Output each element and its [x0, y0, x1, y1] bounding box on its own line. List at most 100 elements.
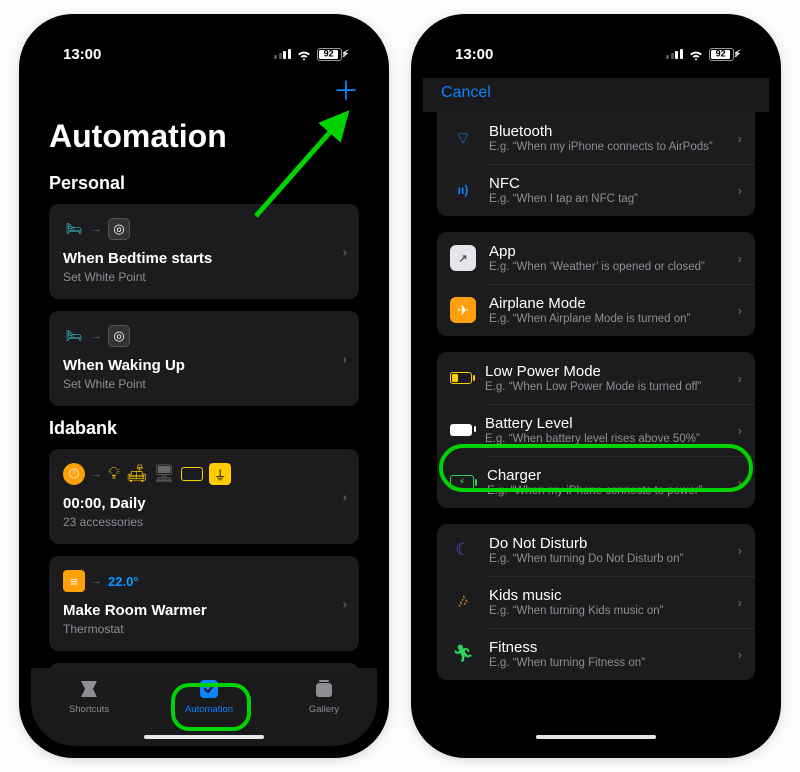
- kids-music-icon: 🎶︎: [450, 589, 476, 615]
- settings-icon: ◎: [108, 218, 130, 240]
- card-icons: 🛏︎ → ◎: [63, 218, 345, 240]
- card-subtitle: Set White Point: [63, 377, 345, 391]
- settings-icon: ◎: [108, 325, 130, 347]
- card-icons: ≡ → 22.0°: [63, 570, 345, 592]
- cellular-icon: [666, 49, 683, 59]
- charger-icon: ⚡︎: [450, 475, 474, 490]
- row-title: NFC: [489, 175, 725, 192]
- row-title: App: [489, 243, 725, 260]
- chevron-right-icon: ›: [738, 423, 742, 438]
- row-subtitle: E.g. “When ‘Weather’ is opened or closed…: [489, 261, 725, 273]
- gallery-icon: [311, 676, 336, 701]
- dnd-icon: ☾: [450, 537, 476, 563]
- arrow-icon: →: [91, 223, 102, 235]
- add-automation-button[interactable]: ＋: [333, 78, 359, 100]
- card-subtitle: Thermostat: [63, 622, 345, 636]
- tab-bar: Shortcuts Automation Gallery: [31, 668, 377, 746]
- row-subtitle: E.g. “When Airplane Mode is turned on”: [489, 313, 725, 325]
- card-title: Make Room Warmer: [63, 602, 345, 619]
- automation-card-warmer[interactable]: ≡ → 22.0° Make Room Warmer Thermostat ›: [49, 556, 359, 651]
- charging-icon: ⚡︎: [342, 49, 349, 60]
- cellular-icon: [274, 49, 291, 59]
- outlet-icon: ⏚: [209, 463, 231, 485]
- row-subtitle: E.g. “When I tap an NFC tag”: [489, 193, 725, 205]
- chevron-right-icon: ›: [343, 596, 347, 611]
- app-icon: ↗: [450, 245, 476, 271]
- chevron-right-icon: ›: [343, 489, 347, 504]
- trigger-row-battery[interactable]: Battery Level E.g. “When battery level r…: [437, 404, 755, 456]
- chevron-right-icon: ›: [738, 647, 742, 662]
- wifi-icon: [296, 46, 312, 62]
- row-subtitle: E.g. “When Low Power Mode is turned off”: [485, 381, 725, 393]
- bed-icon: 🛏︎: [63, 325, 85, 347]
- trigger-row-app[interactable]: ↗ App E.g. “When ‘Weather’ is opened or …: [437, 232, 755, 284]
- tab-automation[interactable]: Automation: [185, 676, 233, 715]
- screen-automation: 13:00 92 ⚡︎ ＋ Automation Personal 🛏︎ → ◎: [31, 26, 377, 746]
- chevron-right-icon: ›: [738, 131, 742, 146]
- dynamic-island: [149, 36, 259, 66]
- home-indicator[interactable]: [536, 735, 656, 740]
- chevron-right-icon: ›: [738, 251, 742, 266]
- section-personal-header: Personal: [49, 173, 359, 194]
- row-title: Battery Level: [485, 415, 725, 432]
- row-title: Low Power Mode: [485, 363, 725, 380]
- chevron-right-icon: ›: [738, 543, 742, 558]
- bed-icon: 🛏︎: [63, 218, 85, 240]
- trigger-row-fitness[interactable]: 🏃︎ Fitness E.g. “When turning Fitness on…: [437, 628, 755, 680]
- chevron-right-icon: ›: [343, 351, 347, 366]
- arrow-icon: →: [91, 468, 102, 480]
- card-title: When Waking Up: [63, 357, 345, 374]
- display-icon: [181, 467, 203, 481]
- automation-card-waking[interactable]: 🛏︎ → ◎ When Waking Up Set White Point ›: [49, 311, 359, 406]
- trigger-group-connectivity: ⌔ Bluetooth E.g. “When my iPhone connect…: [437, 112, 755, 216]
- trigger-list[interactable]: ⌔ Bluetooth E.g. “When my iPhone connect…: [423, 112, 769, 746]
- row-title: Do Not Disturb: [489, 535, 725, 552]
- row-title: Charger: [487, 467, 725, 484]
- tab-label: Automation: [185, 704, 233, 715]
- fitness-icon: 🏃︎: [450, 641, 476, 667]
- row-title: Fitness: [489, 639, 725, 656]
- tab-label: Shortcuts: [69, 704, 109, 715]
- trigger-row-bluetooth[interactable]: ⌔ Bluetooth E.g. “When my iPhone connect…: [437, 112, 755, 164]
- modal-nav: Cancel: [423, 78, 769, 112]
- automation-content: ＋ Automation Personal 🛏︎ → ◎ When Bedtim…: [31, 78, 377, 668]
- thermostat-icon: ≡: [63, 570, 85, 592]
- tab-gallery[interactable]: Gallery: [309, 676, 339, 715]
- arrow-icon: →: [91, 575, 102, 587]
- home-indicator[interactable]: [144, 735, 264, 740]
- trigger-row-airplane[interactable]: ✈︎ Airplane Mode E.g. “When Airplane Mod…: [437, 284, 755, 336]
- automation-card-daily[interactable]: 🕐︎ → 💡︎ 🛋︎ 🖥︎ ⏚ 00:00, Daily 23 accessor…: [49, 449, 359, 544]
- chevron-right-icon: ›: [738, 595, 742, 610]
- tab-shortcuts[interactable]: Shortcuts: [69, 676, 109, 715]
- tab-label: Gallery: [309, 704, 339, 715]
- row-subtitle: E.g. “When turning Do Not Disturb on”: [489, 553, 725, 565]
- cancel-button[interactable]: Cancel: [441, 84, 491, 102]
- phone-frame-left: 13:00 92 ⚡︎ ＋ Automation Personal 🛏︎ → ◎: [19, 14, 389, 758]
- trigger-row-nfc[interactable]: ıı) NFC E.g. “When I tap an NFC tag” ›: [437, 164, 755, 216]
- row-subtitle: E.g. “When battery level rises above 50%…: [485, 433, 725, 445]
- automation-icon: [197, 676, 222, 701]
- chevron-right-icon: ›: [738, 371, 742, 386]
- arrow-icon: →: [91, 330, 102, 342]
- battery-icon: 92 ⚡︎: [317, 48, 349, 61]
- chevron-right-icon: ›: [343, 244, 347, 259]
- trigger-group-power: Low Power Mode E.g. “When Low Power Mode…: [437, 352, 755, 508]
- card-title: When Bedtime starts: [63, 250, 345, 267]
- status-time: 13:00: [455, 46, 493, 63]
- row-subtitle: E.g. “When turning Fitness on”: [489, 657, 725, 669]
- bulb-icon: 💡︎: [108, 464, 120, 484]
- airplane-icon: ✈︎: [450, 297, 476, 323]
- trigger-row-dnd[interactable]: ☾ Do Not Disturb E.g. “When turning Do N…: [437, 524, 755, 576]
- trigger-row-lowpower[interactable]: Low Power Mode E.g. “When Low Power Mode…: [437, 352, 755, 404]
- trigger-row-kids[interactable]: 🎶︎ Kids music E.g. “When turning Kids mu…: [437, 576, 755, 628]
- tv-icon: 🖥︎: [154, 464, 176, 484]
- trigger-row-charger[interactable]: ⚡︎ Charger E.g. “When my iPhone connects…: [437, 456, 755, 508]
- shortcuts-icon: [77, 676, 102, 701]
- clock-icon: 🕐︎: [63, 463, 85, 485]
- screen-triggers: 13:00 92 ⚡︎ Cancel ⌔ Bluetooth E.g. “Whe…: [423, 26, 769, 746]
- battery-level-icon: [450, 424, 472, 436]
- row-subtitle: E.g. “When my iPhone connects to power”: [487, 485, 725, 497]
- automation-card-bedtime[interactable]: 🛏︎ → ◎ When Bedtime starts Set White Poi…: [49, 204, 359, 299]
- section-idabank-header: Idabank: [49, 418, 359, 439]
- status-right: 92 ⚡︎: [274, 46, 349, 62]
